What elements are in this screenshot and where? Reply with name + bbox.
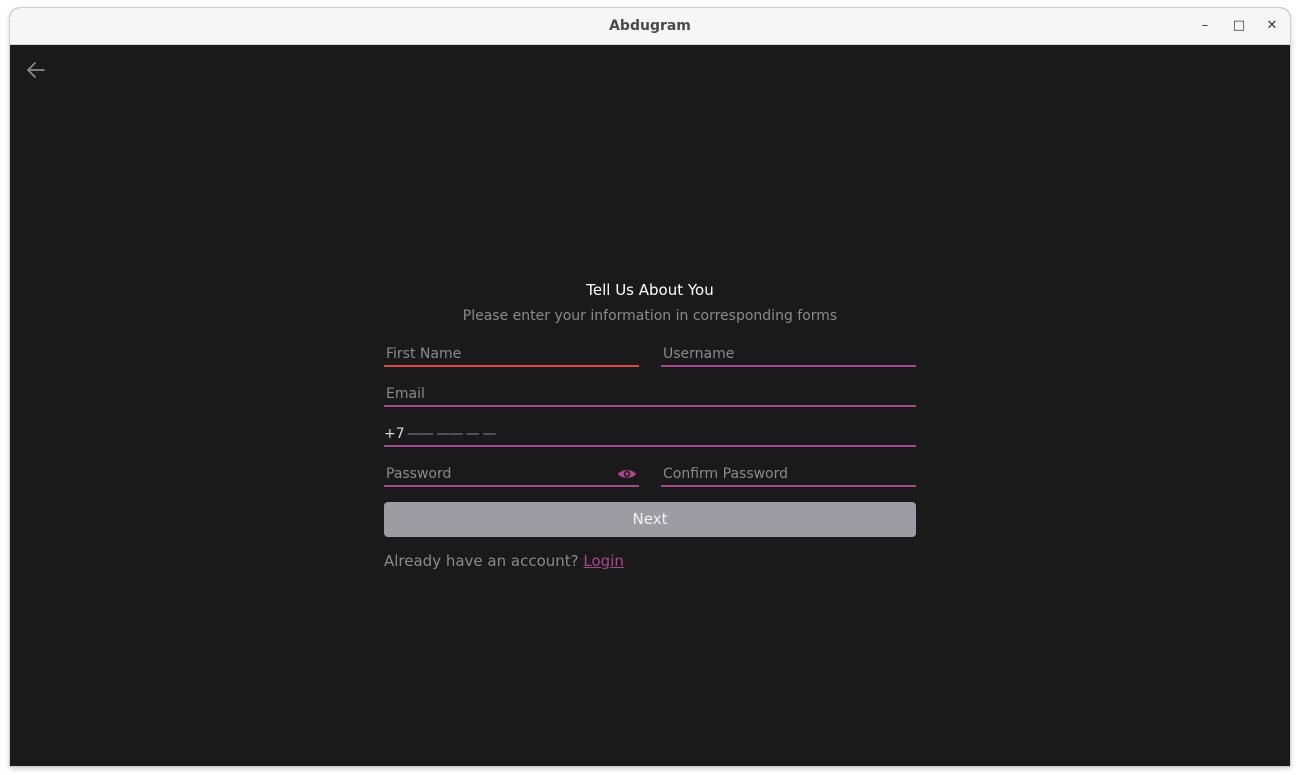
back-button[interactable] bbox=[22, 57, 50, 85]
name-row bbox=[384, 343, 916, 367]
form-subheading: Please enter your information in corresp… bbox=[462, 308, 838, 324]
window-title: Abdugram bbox=[609, 18, 691, 34]
confirm-password-input[interactable] bbox=[663, 463, 888, 485]
title-bar[interactable]: Abdugram – □ ✕ bbox=[10, 8, 1290, 45]
phone-country-code: +7 bbox=[384, 426, 405, 442]
password-input[interactable] bbox=[386, 463, 611, 485]
confirm-password-field[interactable] bbox=[661, 463, 916, 487]
minimize-button[interactable]: – bbox=[1196, 17, 1214, 35]
password-row bbox=[384, 463, 916, 487]
username-field[interactable] bbox=[661, 343, 916, 367]
maximize-button[interactable]: □ bbox=[1230, 17, 1248, 35]
login-link[interactable]: Login bbox=[583, 552, 623, 570]
form-heading: Tell Us About You bbox=[586, 281, 714, 299]
signup-screen: Tell Us About You Please enter your info… bbox=[10, 45, 1290, 766]
email-input[interactable] bbox=[386, 383, 888, 405]
phone-field[interactable]: +7 —— —— — — bbox=[384, 423, 916, 447]
login-prompt-text: Already have an account? bbox=[384, 552, 579, 570]
email-field[interactable] bbox=[384, 383, 916, 407]
arrow-left-icon bbox=[27, 62, 45, 78]
eye-icon[interactable] bbox=[617, 466, 637, 482]
close-button[interactable]: ✕ bbox=[1263, 17, 1281, 35]
signup-form: Tell Us About You Please enter your info… bbox=[384, 280, 916, 572]
username-input[interactable] bbox=[663, 343, 888, 365]
email-row bbox=[384, 383, 916, 407]
phone-row: +7 —— —— — — bbox=[384, 423, 916, 447]
login-prompt: Already have an account? Login bbox=[384, 550, 916, 572]
next-button[interactable]: Next bbox=[384, 502, 916, 537]
first-name-input[interactable] bbox=[386, 343, 611, 365]
first-name-field[interactable] bbox=[384, 343, 639, 367]
password-field[interactable] bbox=[384, 463, 639, 487]
phone-mask: —— —— — — bbox=[407, 426, 496, 442]
app-window: Abdugram – □ ✕ Tell Us About You Please … bbox=[10, 8, 1290, 766]
